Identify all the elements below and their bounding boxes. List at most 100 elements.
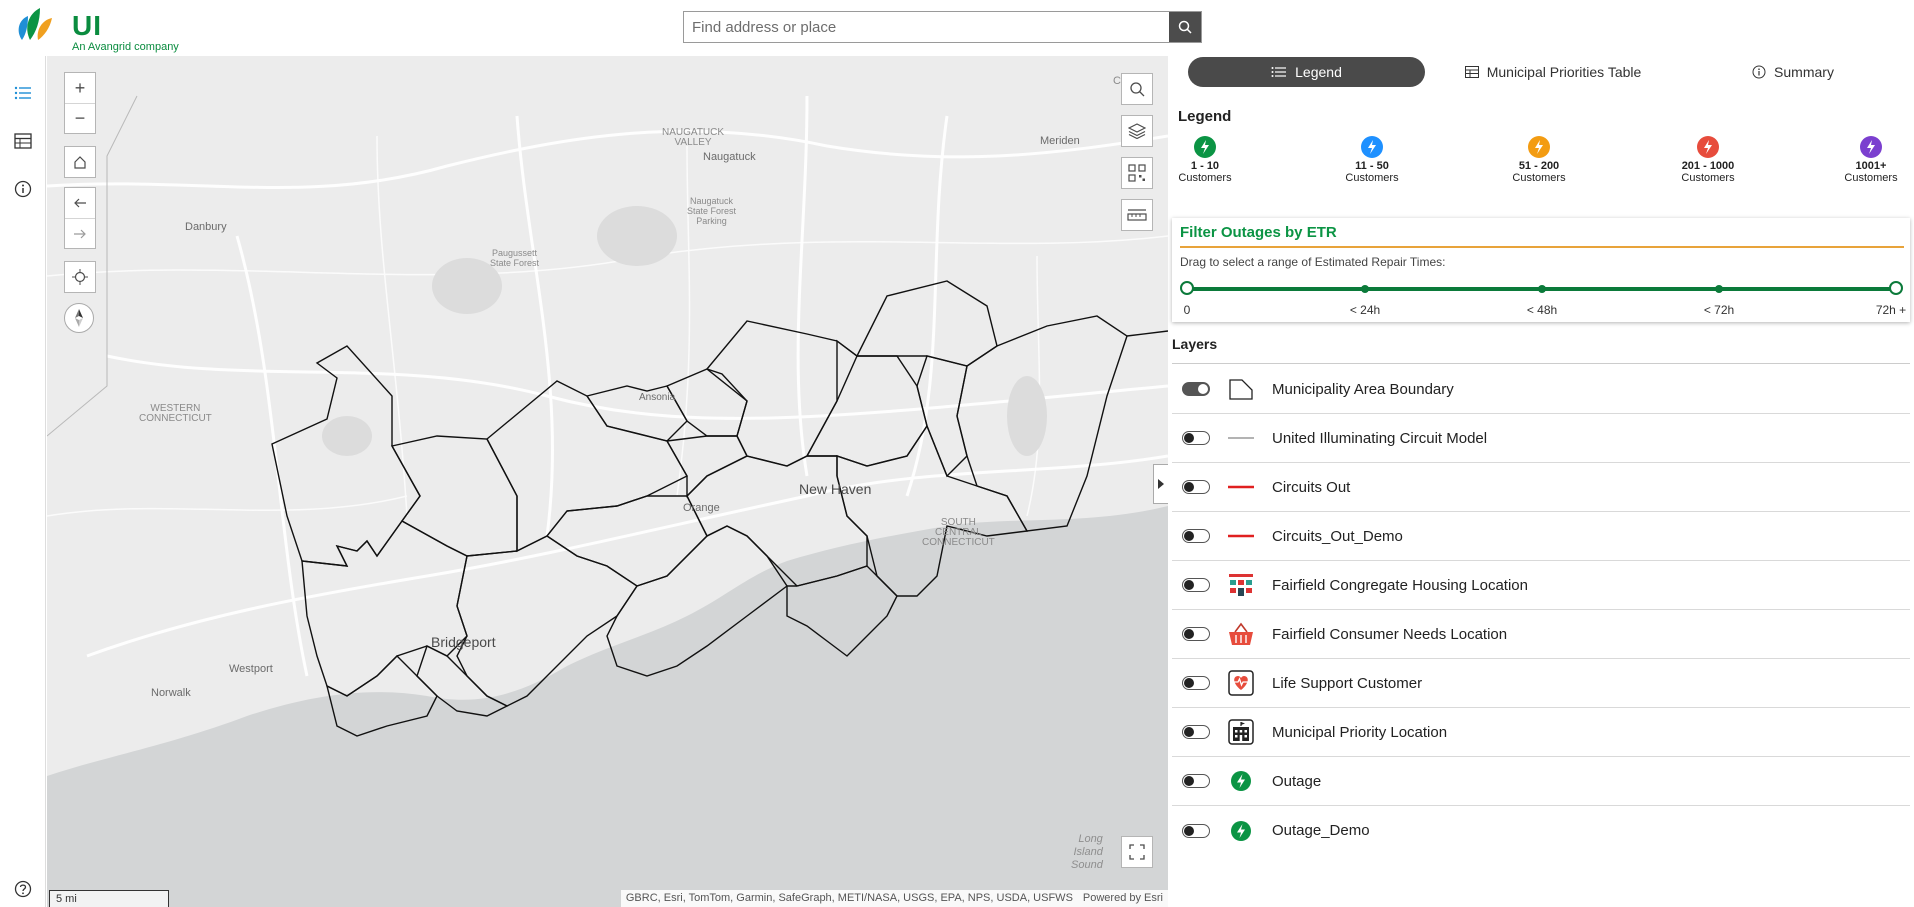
etr-slider-min-handle[interactable] bbox=[1180, 281, 1194, 295]
green-bolt-icon bbox=[1228, 768, 1254, 794]
label-ansonia: Ansonia bbox=[639, 392, 676, 403]
layer-row-circuits-out-demo: Circuits_Out_Demo bbox=[1172, 512, 1910, 561]
layer-toggle[interactable] bbox=[1182, 382, 1210, 396]
layer-name: Life Support Customer bbox=[1272, 674, 1423, 692]
zoom-out-button[interactable]: − bbox=[65, 103, 95, 133]
tab-legend-label: Legend bbox=[1295, 64, 1342, 80]
label-naugatuck-valley: NAUGATUCK VALLEY bbox=[662, 127, 725, 148]
legend-item-1-10: 1 - 10 Customers bbox=[1160, 136, 1250, 184]
search-input[interactable] bbox=[684, 12, 1169, 42]
tab-summary[interactable]: Summary bbox=[1678, 57, 1908, 87]
basemap-gallery-button[interactable] bbox=[1121, 115, 1153, 147]
layer-row-consumer-needs: Fairfield Consumer Needs Location bbox=[1172, 610, 1910, 659]
label-long-island-sound: Long Island Sound bbox=[1071, 833, 1103, 871]
layer-toggle[interactable] bbox=[1182, 578, 1210, 592]
etr-slider-max-handle[interactable] bbox=[1889, 281, 1903, 295]
table-icon bbox=[1464, 66, 1479, 78]
help-button[interactable] bbox=[10, 876, 36, 902]
red-line-icon bbox=[1228, 523, 1254, 549]
layer-toggle[interactable] bbox=[1182, 725, 1210, 739]
arrow-left-icon bbox=[74, 198, 86, 208]
fullscreen-button[interactable] bbox=[1121, 836, 1153, 868]
caret-right-icon bbox=[1158, 479, 1164, 489]
slider-label: 0 bbox=[1183, 303, 1191, 317]
search-box bbox=[683, 11, 1202, 43]
boundary-icon bbox=[1228, 376, 1254, 402]
locate-button[interactable] bbox=[64, 261, 96, 293]
measure-button[interactable] bbox=[1121, 199, 1153, 231]
layer-toggle[interactable] bbox=[1182, 774, 1210, 788]
table-button[interactable] bbox=[10, 128, 36, 154]
slider-tick bbox=[1538, 285, 1546, 293]
bolt-icon bbox=[1194, 136, 1216, 158]
slider-tick bbox=[1361, 285, 1369, 293]
layer-toggle[interactable] bbox=[1182, 823, 1210, 838]
layer-row-circuits-out: Circuits Out bbox=[1172, 463, 1910, 512]
bolt-icon bbox=[1860, 136, 1882, 158]
label-norwalk: Norwalk bbox=[151, 687, 191, 699]
label-naugatuck: Naugatuck bbox=[703, 151, 756, 163]
layer-toggle[interactable] bbox=[1182, 529, 1210, 543]
red-line-icon bbox=[1228, 474, 1254, 500]
search-button[interactable] bbox=[1169, 12, 1201, 42]
layer-name: United Illuminating Circuit Model bbox=[1272, 429, 1488, 447]
layer-toggle[interactable] bbox=[1182, 480, 1210, 494]
layer-name: Circuits_Out_Demo bbox=[1272, 527, 1403, 545]
zoom-in-button[interactable]: + bbox=[65, 73, 95, 103]
legend-unit: Customers bbox=[1345, 172, 1399, 184]
attribution-text[interactable]: GBRC, Esri, TomTom, Garmin, SafeGraph, M… bbox=[626, 892, 1073, 904]
map-search-button[interactable] bbox=[1121, 73, 1153, 105]
powered-by-esri[interactable]: Powered by Esri bbox=[1083, 892, 1163, 904]
legend-list-button[interactable] bbox=[10, 80, 36, 106]
layer-name: Circuits Out bbox=[1272, 478, 1351, 496]
side-panel: Legend Municipal Priorities Table Summar… bbox=[1168, 56, 1914, 907]
legend-item-51-200: 51 - 200 Customers bbox=[1494, 136, 1584, 184]
layer-row-outage: Outage bbox=[1172, 757, 1910, 806]
layer-row-municipal-priority: Municipal Priority Location bbox=[1172, 708, 1910, 757]
heart-monitor-icon bbox=[1228, 670, 1254, 696]
search-icon bbox=[1130, 82, 1145, 97]
tab-summary-label: Summary bbox=[1774, 64, 1834, 80]
label-corner-fragment: C bbox=[1113, 75, 1121, 87]
tab-municipal-priorities-table[interactable]: Municipal Priorities Table bbox=[1433, 57, 1673, 87]
bolt-icon bbox=[1361, 136, 1383, 158]
zoom-controls: + − bbox=[64, 72, 96, 134]
left-rail bbox=[0, 56, 46, 907]
label-orange: Orange bbox=[683, 502, 720, 514]
home-button[interactable] bbox=[64, 146, 96, 178]
ui-logo[interactable]: UI An Avangrid company bbox=[14, 4, 179, 53]
layer-list: Municipality Area Boundary United Illumi… bbox=[1172, 365, 1910, 855]
bolt-icon bbox=[1528, 136, 1550, 158]
panel-collapse-button[interactable] bbox=[1153, 464, 1168, 504]
arrow-right-icon bbox=[74, 229, 86, 238]
basket-icon bbox=[1228, 621, 1254, 647]
compass-button[interactable] bbox=[64, 303, 94, 333]
previous-extent-button[interactable] bbox=[65, 188, 95, 218]
label-bridgeport: Bridgeport bbox=[431, 634, 496, 650]
qr-code-button[interactable] bbox=[1121, 157, 1153, 189]
fullscreen-icon bbox=[1129, 844, 1145, 860]
list-icon bbox=[1271, 67, 1287, 77]
map-view[interactable]: NAUGATUCK VALLEY Naugatuck Naugatuck Sta… bbox=[47, 56, 1168, 907]
layer-toggle[interactable] bbox=[1182, 431, 1210, 445]
slider-label: < 72h bbox=[1703, 303, 1735, 317]
gray-line-icon bbox=[1228, 425, 1254, 451]
legend-item-1001-plus: 1001+ Customers bbox=[1826, 136, 1914, 184]
map-attribution: GBRC, Esri, TomTom, Garmin, SafeGraph, M… bbox=[620, 890, 1168, 907]
tab-municipal-priorities-label: Municipal Priorities Table bbox=[1486, 64, 1642, 80]
tab-legend[interactable]: Legend bbox=[1188, 57, 1425, 87]
legend-outage-sizes: 1 - 10 Customers 11 - 50 Customers 51 - … bbox=[1172, 136, 1912, 190]
slider-label: < 48h bbox=[1526, 303, 1558, 317]
layers-divider bbox=[1172, 363, 1910, 364]
layer-toggle[interactable] bbox=[1182, 676, 1210, 690]
slider-label: < 24h bbox=[1349, 303, 1381, 317]
label-south-central-connecticut: SOUTH CENTRAL CONNECTICUT bbox=[922, 517, 995, 548]
list-icon bbox=[14, 86, 31, 100]
filter-title: Filter Outages by ETR bbox=[1180, 224, 1337, 241]
qr-code-icon bbox=[1128, 164, 1146, 182]
next-extent-button[interactable] bbox=[65, 218, 95, 248]
layer-row-congregate-housing: Fairfield Congregate Housing Location bbox=[1172, 561, 1910, 610]
ruler-icon bbox=[1127, 209, 1147, 221]
info-button[interactable] bbox=[10, 176, 36, 202]
layer-toggle[interactable] bbox=[1182, 627, 1210, 641]
